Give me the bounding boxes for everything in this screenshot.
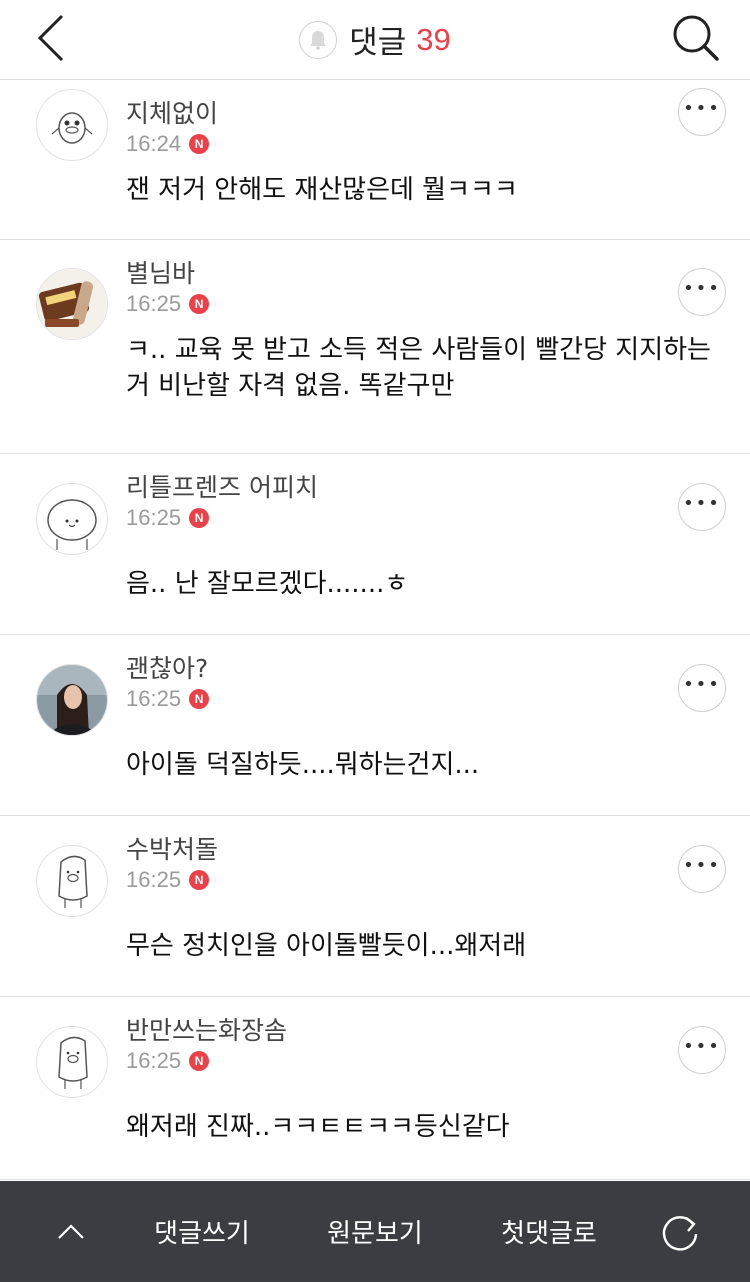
comment-text: 무슨 정치인을 아이돌빨듯이...왜저래 xyxy=(126,931,527,961)
comment-meta: 16:25 N xyxy=(126,867,210,893)
new-badge: N xyxy=(189,294,210,314)
comment-list: 지체없이 16:24 N 잰 저거 안해도 재산많은데 뭘ㅋㅋㅋ ••• 별님바… xyxy=(0,80,750,1180)
more-dots-icon: ••• xyxy=(683,98,721,119)
avatar[interactable] xyxy=(36,268,108,340)
new-badge: N xyxy=(189,508,210,528)
new-badge: N xyxy=(189,689,210,709)
new-badge: N xyxy=(189,1051,210,1071)
refresh-icon xyxy=(662,1215,698,1251)
more-dots-icon: ••• xyxy=(683,855,721,876)
comment-author[interactable]: 괜찮아? xyxy=(126,649,208,685)
comment-time: 16:25 xyxy=(126,1048,182,1073)
more-options-button[interactable]: ••• xyxy=(678,664,726,712)
comment-item: 별님바 16:25 N ㅋ.. 교육 못 받고 소득 적은 사람들이 빨간당 지… xyxy=(0,240,750,454)
avatar[interactable] xyxy=(36,845,108,917)
first-comment-label: 첫댓글로 xyxy=(501,1219,597,1249)
notification-bell-button[interactable] xyxy=(299,20,338,59)
comment-item: 리틀프렌즈 어피치 16:25 N 음.. 난 잘모르겠다.......ㅎ ••… xyxy=(0,454,750,635)
ice-cream-bar-avatar-icon xyxy=(37,269,107,339)
search-icon xyxy=(673,15,719,61)
header-title-group: 댓글 39 xyxy=(0,0,750,79)
comment-item: 지체없이 16:24 N 잰 저거 안해도 재산많은데 뭘ㅋㅋㅋ ••• xyxy=(0,80,750,240)
comment-time: 16:24 xyxy=(126,131,182,156)
pig-character-avatar-icon xyxy=(58,1036,88,1089)
avatar[interactable] xyxy=(36,89,108,161)
more-dots-icon: ••• xyxy=(683,674,721,695)
more-options-button[interactable]: ••• xyxy=(678,1026,726,1074)
comment-text: ㅋ.. 교육 못 받고 소득 적은 사람들이 빨간당 지지하는 거 비난할 자격… xyxy=(126,335,711,401)
search-button[interactable] xyxy=(668,10,724,66)
avatar[interactable] xyxy=(36,1026,108,1098)
comment-author[interactable]: 반만쓰는화장솜 xyxy=(126,1011,287,1047)
write-comment-button[interactable]: 댓글쓰기 xyxy=(142,1181,262,1282)
comment-text: 왜저래 진짜..ㅋㅋㅌㅌㅋㅋ등신같다 xyxy=(126,1112,510,1142)
more-options-button[interactable]: ••• xyxy=(678,88,726,136)
write-comment-label: 댓글쓰기 xyxy=(154,1219,250,1249)
avatar[interactable] xyxy=(36,483,108,555)
more-dots-icon: ••• xyxy=(683,278,721,299)
comment-time: 16:25 xyxy=(126,686,182,711)
woman-photo-avatar-icon xyxy=(37,665,107,735)
cartoon-bird-avatar-icon xyxy=(51,112,93,144)
comment-time: 16:25 xyxy=(126,505,182,530)
comment-time: 16:25 xyxy=(126,291,182,316)
more-options-button[interactable]: ••• xyxy=(678,845,726,893)
more-options-button[interactable]: ••• xyxy=(678,483,726,531)
comment-meta: 16:24 N xyxy=(126,131,210,157)
view-original-label: 원문보기 xyxy=(327,1219,423,1249)
comment-meta: 16:25 N xyxy=(126,686,210,712)
comment-item: 수박처돌 16:25 N 무슨 정치인을 아이돌빨듯이...왜저래 ••• xyxy=(0,816,750,997)
page-title: 댓글 xyxy=(349,25,407,61)
comment-item: 괜찮아? 16:25 N 아이돌 덕질하듯....뭐하는건지... ••• xyxy=(0,635,750,816)
comment-count: 39 xyxy=(416,21,451,57)
comment-text: 아이돌 덕질하듯....뭐하는건지... xyxy=(126,750,480,780)
comment-author[interactable]: 리틀프렌즈 어피치 xyxy=(126,468,318,504)
refresh-button[interactable] xyxy=(652,1181,708,1282)
comment-time: 16:25 xyxy=(126,867,182,892)
top-bar: 댓글 39 xyxy=(0,0,750,80)
more-dots-icon: ••• xyxy=(683,493,721,514)
new-badge: N xyxy=(189,870,210,890)
scroll-top-button[interactable] xyxy=(40,1181,102,1282)
comment-author[interactable]: 수박처돌 xyxy=(126,830,218,866)
comment-text: 음.. 난 잘모르겠다.......ㅎ xyxy=(126,569,409,599)
new-badge: N xyxy=(189,134,210,154)
avatar[interactable] xyxy=(36,664,108,736)
comment-item: 반만쓰는화장솜 16:25 N 왜저래 진짜..ㅋㅋㅌㅌㅋㅋ등신같다 ••• xyxy=(0,997,750,1180)
comment-meta: 16:25 N xyxy=(126,291,210,317)
more-dots-icon: ••• xyxy=(683,1036,721,1057)
pig-character-avatar-icon xyxy=(58,855,88,908)
bottom-toolbar: 댓글쓰기 원문보기 첫댓글로 xyxy=(0,1181,750,1282)
comment-meta: 16:25 N xyxy=(126,505,210,531)
first-comment-button[interactable]: 첫댓글로 xyxy=(488,1181,610,1282)
round-character-avatar-icon xyxy=(47,499,97,550)
bell-icon xyxy=(310,30,327,50)
comment-meta: 16:25 N xyxy=(126,1048,210,1074)
more-options-button[interactable]: ••• xyxy=(678,268,726,316)
comment-text: 잰 저거 안해도 재산많은데 뭘ㅋㅋㅋ xyxy=(126,175,518,205)
view-original-button[interactable]: 원문보기 xyxy=(314,1181,436,1282)
comment-author[interactable]: 지체없이 xyxy=(126,94,218,130)
comment-author[interactable]: 별님바 xyxy=(126,254,195,290)
chevron-up-icon xyxy=(58,1223,84,1239)
